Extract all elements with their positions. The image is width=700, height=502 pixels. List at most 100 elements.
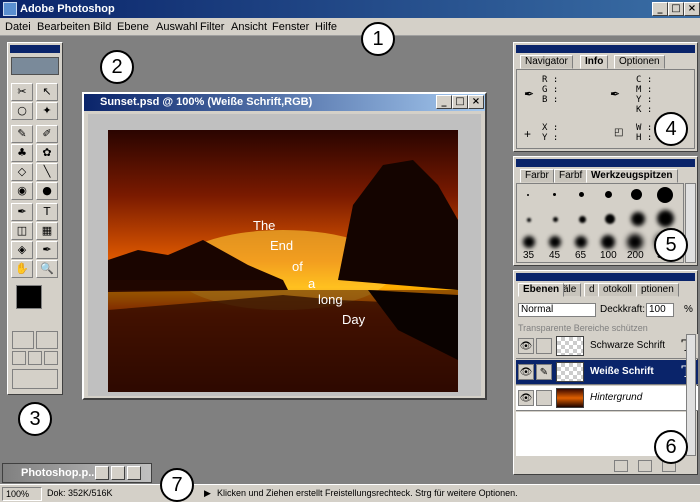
status-arrow-icon[interactable]: ▶ bbox=[204, 488, 211, 499]
new-layer-icon[interactable] bbox=[638, 460, 652, 472]
rubber-stamp-tool-icon[interactable]: ♣ bbox=[11, 144, 33, 162]
zoom-tool-icon[interactable]: 🔍 bbox=[36, 260, 58, 278]
toolbox-palette: ✂ ↖ ○ ✦ ✎ ✐ ♣ ✿ ◇ ╲ ◉ ● ✒ T ◫ ▦ ◈ ✒ ✋ 🔍 bbox=[7, 42, 63, 395]
doc-minimize-button[interactable]: _ bbox=[436, 95, 452, 109]
tab-werkzeugspitzen[interactable]: Werkzeugspitzen bbox=[586, 169, 678, 183]
app-title: Adobe Photoshop bbox=[20, 3, 115, 15]
add-mask-icon[interactable] bbox=[614, 460, 628, 472]
info-panel-title-bar[interactable] bbox=[516, 45, 695, 53]
sunset-image-canvas[interactable]: The End of a long Day bbox=[108, 130, 458, 392]
canvas-text-the: The bbox=[253, 218, 276, 233]
callout-2: 2 bbox=[100, 50, 134, 84]
doc-close-button[interactable]: × bbox=[468, 95, 484, 109]
line-tool-icon[interactable]: ╲ bbox=[36, 163, 58, 181]
canvas-text-long: long bbox=[318, 292, 343, 307]
tab-protokoll[interactable]: otokoll bbox=[598, 283, 637, 297]
menu-bild[interactable]: Bild bbox=[93, 21, 111, 33]
blur-tool-icon[interactable]: ◉ bbox=[11, 182, 33, 200]
layer-link-toggle[interactable] bbox=[536, 338, 552, 354]
mini-maximize-button[interactable] bbox=[111, 466, 125, 480]
airbrush-tool-icon[interactable]: ✎ bbox=[11, 125, 33, 143]
info-r-label: R : bbox=[542, 75, 559, 85]
document-title-bar[interactable]: Sunset.psd @ 100% (Weiße Schrift,RGB) _ … bbox=[84, 94, 485, 111]
menu-bearbeiten[interactable]: Bearbeiten bbox=[37, 21, 90, 33]
jump-to-imageready-icon[interactable] bbox=[12, 369, 58, 389]
tab-info[interactable]: Info bbox=[580, 55, 609, 69]
screen-mode-standard-icon[interactable] bbox=[12, 351, 26, 365]
info-y-coord-label: Y : bbox=[542, 133, 559, 143]
opacity-label: Deckkraft: bbox=[600, 304, 646, 315]
preserve-transparency-checkbox[interactable]: Transparente Bereiche schützen bbox=[518, 323, 648, 333]
layer-row-weisse-schrift[interactable]: 👁 ✎ Weiße Schrift T bbox=[516, 360, 698, 385]
eyedropper-tool-icon[interactable]: ✒ bbox=[36, 241, 58, 259]
crop-tool-icon[interactable]: ✂ bbox=[11, 83, 33, 101]
mini-close-button[interactable] bbox=[127, 466, 141, 480]
info-m-label: M : bbox=[636, 85, 653, 95]
type-tool-icon[interactable]: T bbox=[36, 203, 58, 221]
eraser-tool-icon[interactable]: ◇ bbox=[11, 163, 33, 181]
layer-row-schwarze-schrift[interactable]: 👁 Schwarze Schrift T bbox=[516, 334, 698, 359]
status-bar: 100% Dok: 352K/516K ▶ Klicken und Ziehen… bbox=[0, 484, 700, 502]
layers-panel-title-bar[interactable] bbox=[516, 273, 695, 281]
mini-restore-button[interactable] bbox=[95, 466, 109, 480]
menu-filter[interactable]: Filter bbox=[200, 21, 224, 33]
menu-ebene[interactable]: Ebene bbox=[117, 21, 149, 33]
measure-tool-icon[interactable]: ◫ bbox=[11, 222, 33, 240]
layer-thumbnail bbox=[556, 362, 584, 382]
layer-visibility-eye-icon[interactable]: 👁 bbox=[518, 338, 534, 354]
paint-bucket-tool-icon[interactable]: ◈ bbox=[11, 241, 33, 259]
brush-size-100: 100 bbox=[600, 250, 617, 261]
zoom-field[interactable]: 100% bbox=[2, 487, 42, 501]
tab-aktionen[interactable]: ptionen bbox=[636, 283, 679, 297]
magic-wand-tool-icon[interactable]: ✦ bbox=[36, 102, 58, 120]
callout-1: 1 bbox=[361, 22, 395, 56]
hand-tool-icon[interactable]: ✋ bbox=[11, 260, 33, 278]
lasso-tool-icon[interactable]: ○ bbox=[11, 102, 33, 120]
canvas-text-of: of bbox=[292, 259, 303, 274]
paintbrush-tool-icon[interactable]: ✐ bbox=[36, 125, 58, 143]
menu-auswahl[interactable]: Auswahl bbox=[156, 21, 198, 33]
callout-6: 6 bbox=[654, 430, 688, 464]
move-tool-icon[interactable]: ↖ bbox=[36, 83, 58, 101]
standard-mode-icon[interactable] bbox=[12, 331, 34, 349]
minimize-button[interactable]: _ bbox=[652, 2, 668, 16]
toolbox-title-bar[interactable] bbox=[10, 45, 60, 53]
screen-mode-full-menu-icon[interactable] bbox=[28, 351, 42, 365]
tab-navigator[interactable]: Navigator bbox=[520, 55, 573, 69]
doc-maximize-button[interactable]: □ bbox=[452, 95, 468, 109]
brushes-panel-title-bar[interactable] bbox=[516, 159, 695, 167]
dodge-tool-icon[interactable]: ● bbox=[36, 182, 58, 200]
minimized-title: Photoshop.p... bbox=[21, 467, 98, 479]
menu-fenster[interactable]: Fenster bbox=[272, 21, 309, 33]
tab-optionen[interactable]: Optionen bbox=[614, 55, 665, 69]
maximize-button[interactable]: □ bbox=[668, 2, 684, 16]
layer-name: Hintergrund bbox=[590, 392, 643, 403]
close-button[interactable]: × bbox=[684, 2, 700, 16]
layer-row-hintergrund[interactable]: 👁 Hintergrund bbox=[516, 386, 698, 411]
info-w-label: W : bbox=[636, 123, 653, 133]
menu-datei[interactable]: Datei bbox=[5, 21, 31, 33]
menu-ansicht[interactable]: Ansicht bbox=[231, 21, 267, 33]
layer-thumbnail bbox=[556, 336, 584, 356]
selection-size-icon: ◰ bbox=[614, 127, 624, 138]
history-brush-tool-icon[interactable]: ✿ bbox=[36, 144, 58, 162]
layer-link-toggle[interactable] bbox=[536, 390, 552, 406]
layer-visibility-eye-icon[interactable]: 👁 bbox=[518, 390, 534, 406]
blend-mode-select[interactable]: Normal bbox=[518, 303, 596, 317]
opacity-input[interactable]: 100 bbox=[646, 303, 674, 317]
quick-mask-mode-icon[interactable] bbox=[36, 331, 58, 349]
layer-visibility-eye-icon[interactable]: 👁 bbox=[518, 364, 534, 380]
gradient-tool-icon[interactable]: ▦ bbox=[36, 222, 58, 240]
brush-active-icon[interactable]: ✎ bbox=[536, 364, 552, 380]
app-title-bar: Adobe Photoshop _ □ × bbox=[0, 0, 700, 18]
tab-farbregler[interactable]: Farbr bbox=[520, 169, 554, 183]
layers-scrollbar[interactable] bbox=[686, 334, 696, 456]
pen-tool-icon[interactable]: ✒ bbox=[11, 203, 33, 221]
foreground-color-swatch[interactable] bbox=[16, 285, 42, 309]
screen-mode-full-icon[interactable] bbox=[44, 351, 58, 365]
info-x-label: X : bbox=[542, 123, 559, 133]
menu-hilfe[interactable]: Hilfe bbox=[315, 21, 337, 33]
minimized-window[interactable]: Photoshop.p... bbox=[2, 463, 152, 483]
tab-farbfelder[interactable]: Farbf bbox=[554, 169, 588, 183]
tab-ebenen[interactable]: Ebenen bbox=[518, 283, 565, 297]
